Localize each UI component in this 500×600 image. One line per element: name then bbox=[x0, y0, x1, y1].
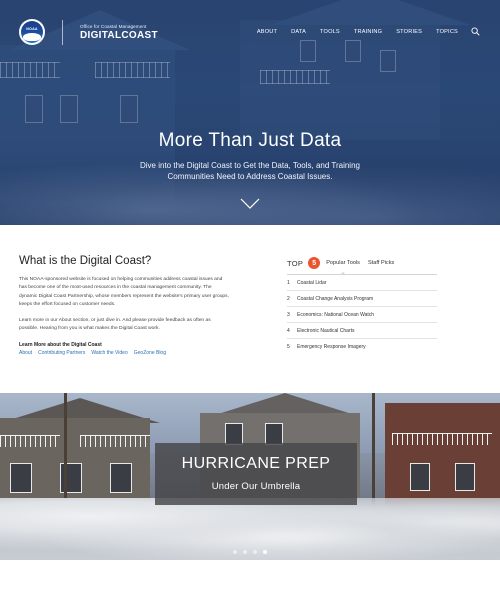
nav-about[interactable]: ABOUT bbox=[257, 29, 277, 35]
feature-window bbox=[455, 463, 475, 491]
list-item-label[interactable]: Coastal Lidar bbox=[297, 280, 326, 286]
utility-pole bbox=[372, 393, 375, 513]
brand-divider bbox=[62, 20, 63, 45]
slider-dot[interactable] bbox=[233, 550, 237, 554]
feature-subtitle: Under Our Umbrella bbox=[211, 481, 301, 492]
tab-staff-picks[interactable]: Staff Picks bbox=[368, 260, 394, 266]
hero-title: More Than Just Data bbox=[158, 130, 342, 151]
intro-heading: What is the Digital Coast? bbox=[19, 255, 152, 267]
utility-pole bbox=[64, 393, 67, 503]
slider-dot[interactable] bbox=[253, 550, 257, 554]
list-item-number: 3 bbox=[287, 311, 290, 318]
intro-paragraph: This NOAA-sponsored website is focused o… bbox=[19, 277, 229, 307]
feature-window bbox=[110, 463, 132, 493]
slider-dot-active[interactable] bbox=[263, 550, 267, 554]
brand-title[interactable]: DIGITALCOAST bbox=[80, 30, 158, 41]
intro-links: About Contributing Partners Watch the Vi… bbox=[19, 350, 229, 356]
feature-window bbox=[10, 463, 32, 493]
link-geozone-blog[interactable]: GeoZone Blog bbox=[134, 350, 166, 356]
top-navigation-bar: NOAA Office for Coastal Management DIGIT… bbox=[0, 0, 500, 65]
intro-section: What is the Digital Coast? This NOAA-spo… bbox=[19, 255, 229, 356]
chevron-down-icon[interactable] bbox=[240, 198, 260, 210]
nav-tools[interactable]: TOOLS bbox=[320, 29, 340, 35]
link-contributing-partners[interactable]: Contributing Partners bbox=[38, 350, 85, 356]
list-item-label[interactable]: Emergency Response Imagery bbox=[297, 344, 366, 350]
top-five-tabs: TOP 5 Popular Tools Staff Picks bbox=[287, 255, 437, 275]
list-item[interactable]: 3 Economics: National Ocean Watch bbox=[287, 307, 437, 323]
slider-pagination bbox=[233, 550, 267, 554]
noaa-logo[interactable]: NOAA bbox=[19, 19, 45, 45]
main-nav: ABOUT DATA TOOLS TRAINING STORIES TOPICS bbox=[243, 29, 458, 35]
learn-more-label: Learn More about the Digital Coast bbox=[19, 341, 102, 348]
noaa-logo-text: NOAA bbox=[26, 27, 38, 31]
list-item-label[interactable]: Coastal Change Analysis Program bbox=[297, 296, 373, 302]
feature-railing bbox=[392, 433, 492, 445]
list-item-label[interactable]: Electronic Nautical Charts bbox=[297, 328, 355, 334]
top-five-panel: TOP 5 Popular Tools Staff Picks 1 Coasta… bbox=[287, 255, 437, 355]
hero-subtitle: Dive into the Digital Coast to Get the D… bbox=[140, 161, 360, 181]
feature-house-roof bbox=[215, 393, 355, 415]
feature-window bbox=[410, 463, 430, 491]
brand-subtitle[interactable]: Office for Coastal Management bbox=[80, 24, 146, 29]
hero-banner: NOAA Office for Coastal Management DIGIT… bbox=[0, 0, 500, 225]
nav-training[interactable]: TRAINING bbox=[354, 29, 382, 35]
list-item[interactable]: 1 Coastal Lidar bbox=[287, 275, 437, 291]
feature-window bbox=[265, 423, 283, 445]
list-item-number: 4 bbox=[287, 327, 290, 334]
list-item[interactable]: 2 Coastal Change Analysis Program bbox=[287, 291, 437, 307]
search-icon[interactable] bbox=[471, 27, 480, 36]
list-item-number: 5 bbox=[287, 344, 290, 350]
feature-window bbox=[225, 423, 243, 445]
feature-title[interactable]: HURRICANE PREP bbox=[155, 455, 357, 473]
feature-railing bbox=[0, 435, 60, 447]
link-watch-video[interactable]: Watch the Video bbox=[91, 350, 127, 356]
slider-dot[interactable] bbox=[243, 550, 247, 554]
noaa-logo-emblem: NOAA bbox=[21, 21, 43, 43]
feature-caption-box[interactable] bbox=[155, 443, 357, 505]
nav-data[interactable]: DATA bbox=[291, 29, 306, 35]
nav-topics[interactable]: TOPICS bbox=[436, 29, 458, 35]
intro-paragraph: Learn more in our About section, or just… bbox=[19, 318, 211, 332]
list-item[interactable]: 4 Electronic Nautical Charts bbox=[287, 323, 437, 339]
top-label: TOP bbox=[287, 258, 304, 268]
link-about[interactable]: About bbox=[19, 350, 32, 356]
list-item-number: 2 bbox=[287, 295, 290, 302]
list-item-number: 1 bbox=[287, 279, 290, 286]
feature-house-right bbox=[385, 403, 500, 513]
top-five-list: 1 Coastal Lidar 2 Coastal Change Analysi… bbox=[287, 274, 437, 355]
list-item[interactable]: 5 Emergency Response Imagery bbox=[287, 339, 437, 355]
feature-railing bbox=[80, 435, 150, 447]
top-count-badge: 5 bbox=[308, 257, 321, 269]
nav-stories[interactable]: STORIES bbox=[396, 29, 422, 35]
tab-popular-tools[interactable]: Popular Tools bbox=[326, 260, 360, 275]
list-item-label[interactable]: Economics: National Ocean Watch bbox=[297, 312, 374, 318]
